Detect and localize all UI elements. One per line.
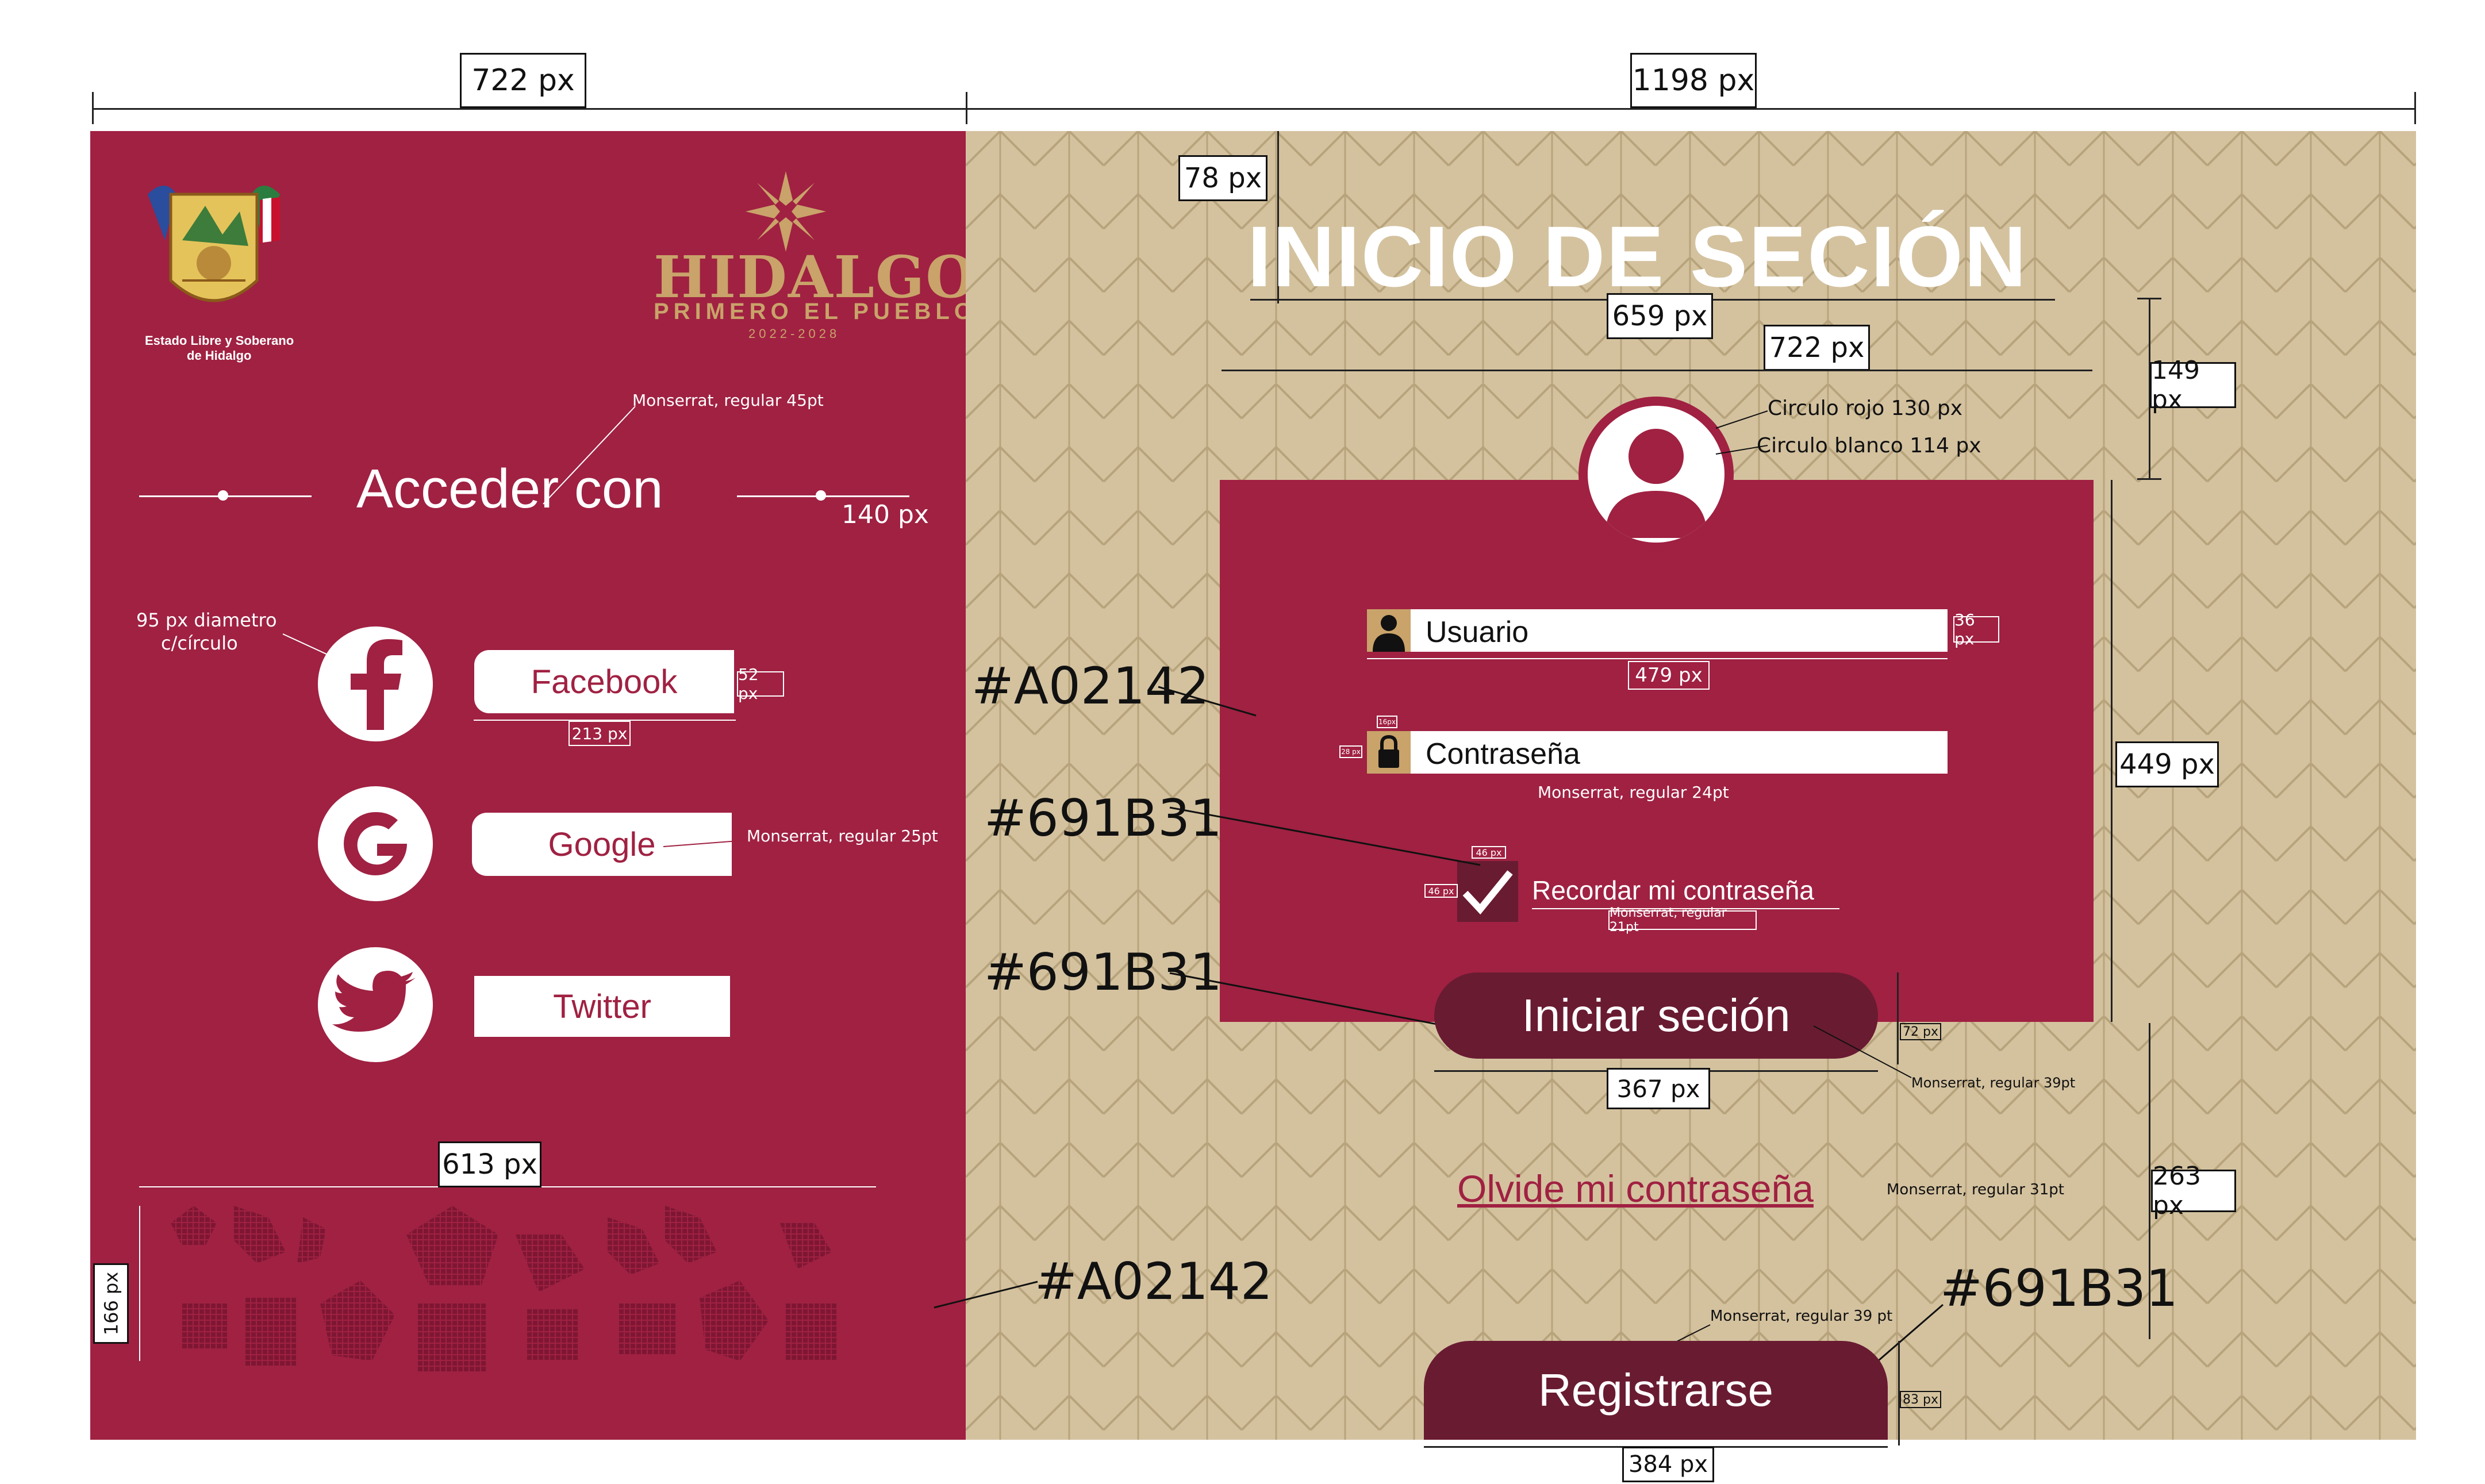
pattern-height-label: 166 px: [93, 1263, 129, 1344]
remember-checkbox[interactable]: [1457, 861, 1518, 922]
user-icon-box: [1367, 609, 1411, 652]
top-offset-label: 78 px: [1178, 155, 1268, 201]
heading-acceder: Acceder con: [356, 458, 663, 520]
twitter-button[interactable]: Twitter: [474, 976, 730, 1037]
dim-tick: [92, 92, 94, 124]
emblem-caption-2: de Hidalgo: [187, 348, 252, 363]
left-panel: Estado Libre y Soberano de Hidalgo HIDAL…: [90, 131, 975, 1440]
register-hex-label: #691B31: [1940, 1259, 2179, 1318]
facebook-button[interactable]: Facebook: [474, 650, 734, 713]
password-font-note: Monserrat, regular 24pt: [1538, 783, 1729, 802]
remember-font-note: Monserrat, regular 21pt: [1608, 906, 1757, 935]
tiny-dim-2: 28 px: [1339, 745, 1362, 758]
hex-leader-line: [1155, 684, 1259, 718]
username-placeholder: Usuario: [1426, 616, 1529, 649]
divider-gap-label: 140 px: [842, 500, 929, 529]
remember-label[interactable]: Recordar mi contraseña: [1532, 875, 1814, 906]
register-font-note: Monserrat, regular 39 pt: [1710, 1308, 1893, 1325]
title-width-label: 659 px: [1607, 293, 1713, 339]
avatar-red-note: Circulo rojo 130 px: [1768, 397, 1963, 420]
brand-tagline: PRIMERO EL PUEBLO: [654, 299, 977, 324]
lock-icon-box: [1367, 731, 1411, 774]
hex-leader-line: [931, 1279, 1040, 1310]
embroidery-pattern: [148, 1200, 884, 1390]
heading-font-note: Monserrat, regular 45pt: [632, 391, 824, 410]
google-circle[interactable]: [318, 786, 433, 901]
dim-label-left-width: 722 px: [460, 53, 586, 108]
pattern-height-text: 166 px: [100, 1271, 122, 1336]
brand-years: 2022-2028: [748, 326, 840, 341]
divider-dot-right: [816, 490, 826, 501]
dim-line-left-width: [92, 108, 966, 110]
facebook-circle[interactable]: [318, 626, 433, 741]
dim-line-right-width: [966, 108, 2416, 110]
login-font-note: Monserrat, regular 39pt: [1911, 1075, 2076, 1091]
user-avatar-icon: [1605, 429, 1707, 538]
avatar-offset-label: 149 px: [2150, 356, 2236, 414]
emblem-caption-1: Estado Libre y Soberano: [145, 333, 294, 348]
user-icon: [1373, 615, 1405, 652]
coat-of-arms-icon: [148, 186, 280, 302]
facebook-icon: [351, 639, 402, 730]
avatar-inner-circle: [1588, 406, 1724, 543]
social-label-width-dim: 213 px: [569, 721, 631, 746]
dim-tick: [2414, 92, 2416, 124]
divider-dot-left: [218, 490, 228, 501]
brand-logo: [746, 171, 826, 252]
card-height-label: 449 px: [2115, 741, 2219, 787]
star-flower-icon: [746, 171, 826, 252]
google-icon: [344, 812, 407, 875]
register-width-label: 384 px: [1622, 1447, 1714, 1482]
tiny-dim-1: 16px: [1377, 716, 1397, 728]
social-label-height-dim: 52 px: [737, 665, 784, 703]
register-button[interactable]: Registrarse: [1424, 1341, 1888, 1440]
card-width-line: [1222, 370, 2092, 371]
input-height-dim: 36 px: [1953, 610, 1999, 648]
avatar-white-note: Circulo blanco 114 px: [1757, 434, 1981, 457]
username-field[interactable]: Usuario: [1367, 609, 1948, 652]
card-height-line: [2111, 480, 2113, 1022]
dim-tick: [2137, 298, 2161, 299]
card-width-label: 722 px: [1764, 325, 1870, 371]
forgot-font-note: Monserrat, regular 31pt: [1887, 1181, 2064, 1198]
circle-size-note-1: 95 px diametro: [136, 609, 277, 631]
google-font-note: Monserrat, regular 25pt: [747, 826, 938, 845]
forgot-password-link[interactable]: Olvide mi contraseña: [1457, 1167, 1814, 1210]
twitter-icon: [332, 971, 416, 1032]
password-placeholder: Contraseña: [1426, 737, 1580, 771]
twitter-circle[interactable]: [318, 947, 433, 1062]
lock-icon: [1378, 735, 1399, 768]
circle-size-note-2: c/círculo: [161, 632, 238, 654]
pattern-hex-label: #A02142: [1035, 1252, 1273, 1311]
dim-label-right-width: 1198 px: [1630, 53, 1757, 108]
hex-leader-line: [1167, 970, 1443, 1028]
input-width-dim: 479 px: [1628, 661, 1710, 690]
dim-tick: [2137, 478, 2161, 480]
state-emblem: [142, 171, 286, 344]
register-height-dim: 83 px: [1900, 1391, 1941, 1408]
pattern-width-label: 613 px: [438, 1141, 541, 1187]
pattern-height-line: [139, 1206, 140, 1361]
note-leader-line: [1811, 1023, 1914, 1081]
bottom-offset-label: 263 px: [2151, 1162, 2236, 1220]
button-width-label: 367 px: [1607, 1068, 1710, 1109]
embroidery-pattern-icon: [171, 1206, 838, 1372]
hex-leader-line: [1167, 805, 1483, 868]
checkmark-icon: [1462, 870, 1513, 915]
page-title: INICIO DE SECIÓN: [1247, 208, 2028, 305]
checkbox-height-dim: 46 px: [1424, 884, 1458, 898]
password-field[interactable]: Contraseña: [1367, 731, 1948, 774]
input-width-line: [1367, 658, 1948, 659]
